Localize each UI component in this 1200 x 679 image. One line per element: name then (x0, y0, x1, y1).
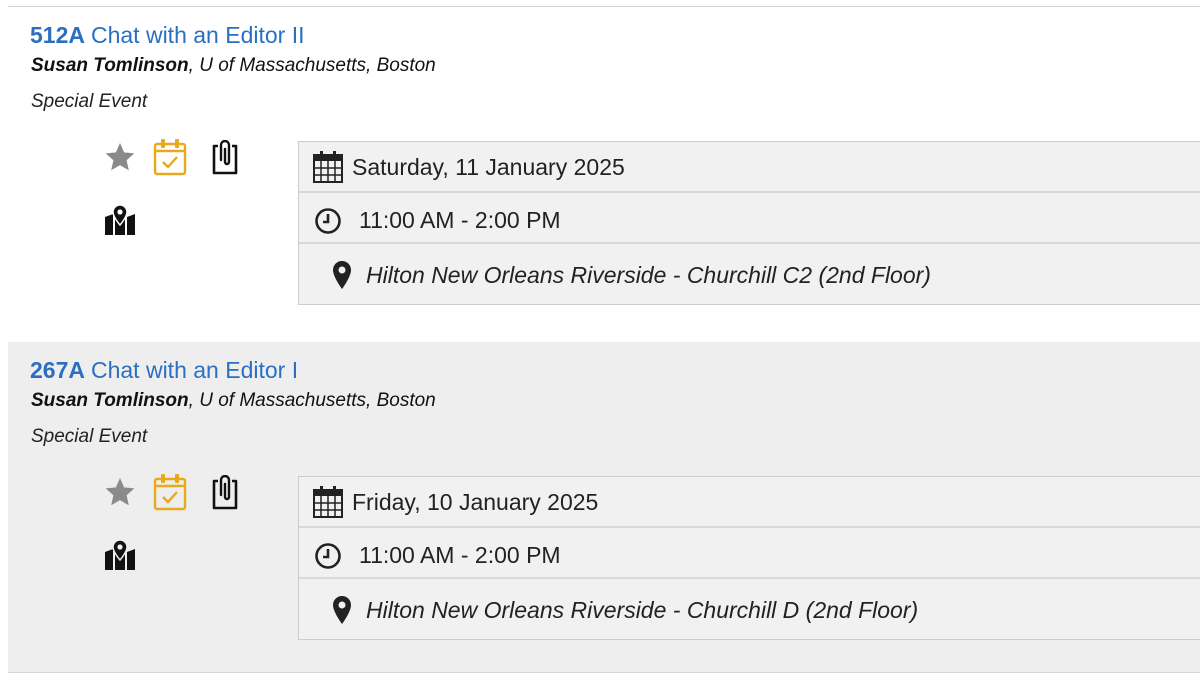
clock-icon (315, 208, 341, 234)
clock-icon (315, 543, 341, 569)
speaker-affiliation: , U of Massachusetts, Boston (188, 390, 436, 411)
calendar-check-icon[interactable] (153, 473, 187, 511)
calendar-icon (313, 486, 343, 518)
star-icon[interactable] (104, 476, 136, 508)
session-location: Hilton New Orleans Riverside - Churchill… (366, 597, 919, 623)
session-type: Special Event (31, 91, 148, 112)
speaker-name: Susan Tomlinson (31, 390, 189, 411)
calendar-check-icon[interactable] (153, 138, 187, 176)
speaker: Susan Tomlinson, U of Massachusetts, Bos… (31, 55, 436, 77)
location-row: Hilton New Orleans Riverside - Churchill… (299, 244, 1200, 304)
map-icon[interactable] (103, 204, 137, 236)
session-details: Friday, 10 January 2025 11:00 AM - 2:00 … (298, 476, 1200, 640)
session-code[interactable]: 512A (30, 22, 85, 48)
session-type: Special Event (31, 426, 148, 447)
session-details: Saturday, 11 January 2025 11:00 AM - 2:0… (298, 141, 1200, 305)
location-pin-icon (333, 261, 351, 289)
calendar-icon (313, 151, 343, 183)
clipboard-attachment-icon[interactable] (208, 140, 242, 176)
speaker: Susan Tomlinson, U of Massachusetts, Bos… (31, 390, 436, 412)
session-card: 512A Chat with an Editor II Susan Tomlins… (8, 7, 1200, 323)
location-row: Hilton New Orleans Riverside - Churchill… (299, 579, 1200, 639)
session-title-link[interactable]: 267A Chat with an Editor I (30, 357, 298, 384)
map-icon[interactable] (103, 539, 137, 571)
time-row: 11:00 AM - 2:00 PM (299, 528, 1200, 579)
session-title[interactable]: Chat with an Editor I (91, 357, 298, 383)
clipboard-attachment-icon[interactable] (208, 475, 242, 511)
time-row: 11:00 AM - 2:00 PM (299, 193, 1200, 244)
session-code[interactable]: 267A (30, 357, 85, 383)
date-row: Friday, 10 January 2025 (299, 477, 1200, 528)
location-pin-icon (333, 596, 351, 624)
speaker-name: Susan Tomlinson (31, 55, 189, 76)
star-icon[interactable] (104, 141, 136, 173)
session-time: 11:00 AM - 2:00 PM (359, 542, 561, 568)
session-date: Friday, 10 January 2025 (352, 489, 599, 515)
session-card: 267A Chat with an Editor I Susan Tomlinso… (8, 342, 1200, 673)
session-title-link[interactable]: 512A Chat with an Editor II (30, 22, 304, 49)
session-location: Hilton New Orleans Riverside - Churchill… (366, 262, 931, 288)
speaker-affiliation: , U of Massachusetts, Boston (188, 55, 436, 76)
date-row: Saturday, 11 January 2025 (299, 142, 1200, 193)
session-time: 11:00 AM - 2:00 PM (359, 207, 561, 233)
session-title[interactable]: Chat with an Editor II (91, 22, 305, 48)
session-date: Saturday, 11 January 2025 (352, 154, 625, 180)
